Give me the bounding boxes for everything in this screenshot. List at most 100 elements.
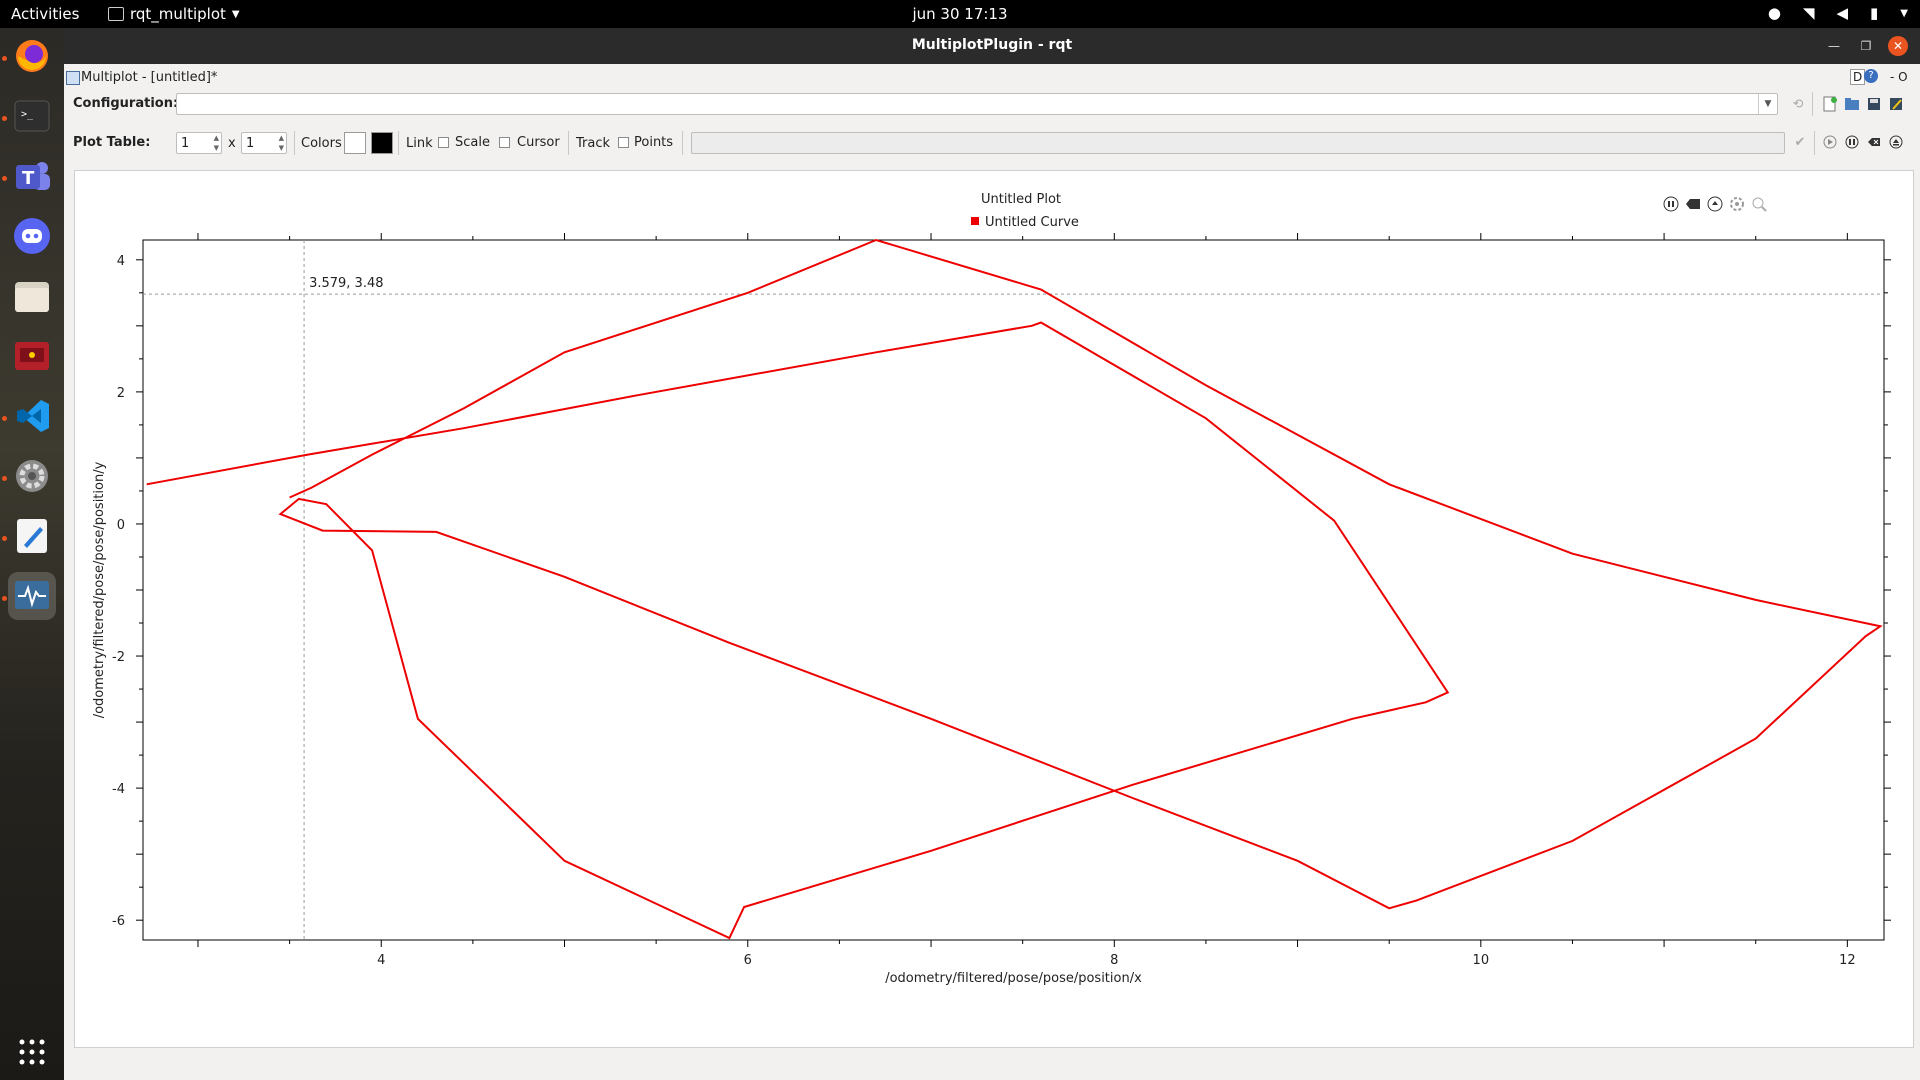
dock-extra-buttons[interactable]: - O xyxy=(1890,70,1908,84)
vscode-icon xyxy=(17,400,49,432)
plot-title[interactable]: Untitled Plot xyxy=(981,192,1061,207)
scale-checkbox[interactable] xyxy=(499,137,510,148)
toolbar-separator xyxy=(568,131,569,155)
plot-table-label: Plot Table: xyxy=(73,135,151,150)
text-editor-icon xyxy=(17,519,47,553)
columns-value: 1 xyxy=(246,136,255,151)
discord-tray-icon[interactable]: ● xyxy=(1768,4,1781,22)
spin-arrows-icon[interactable]: ▲ ▼ xyxy=(279,133,284,153)
plot-table-toolbar: Plot Table: 1 ▲ ▼ x 1 ▲ ▼ Colors Link Scal… xyxy=(64,128,1920,158)
x-axis: 4 6 8 10 12 xyxy=(197,233,1856,968)
save-config-icon[interactable] xyxy=(1866,96,1882,112)
app-window-icon xyxy=(108,7,124,21)
cursor-label: Cursor xyxy=(517,135,560,150)
wifi-icon[interactable]: ◥ xyxy=(1803,4,1815,22)
spin-arrows-icon[interactable]: ▲ ▼ xyxy=(214,133,219,153)
teams-launcher[interactable]: T xyxy=(8,152,56,200)
teams-icon: T xyxy=(16,162,50,190)
background-color-button[interactable] xyxy=(344,132,366,154)
check-icon[interactable]: ✔ xyxy=(1792,134,1808,150)
running-indicator xyxy=(2,56,7,61)
dock-title: Multiplot - [untitled]* xyxy=(81,70,218,85)
power-menu-icon[interactable]: ▼ xyxy=(1900,8,1908,19)
app-menu[interactable]: rqt_multiplot ▼ xyxy=(108,5,240,23)
battery-icon[interactable]: ▮ xyxy=(1870,4,1878,22)
svg-text:>_: >_ xyxy=(21,109,34,120)
track-checkbox[interactable] xyxy=(618,137,629,148)
legend-label[interactable]: Untitled Curve xyxy=(985,215,1079,230)
x-tick-label: 8 xyxy=(1110,953,1118,968)
plot-widget[interactable]: Untitled Plot Untitled Curve 4 6 8 10 12 -6 -… xyxy=(74,170,1914,1048)
configuration-label: Configuration: xyxy=(73,96,179,111)
window-title: MultiplotPlugin - rqt xyxy=(911,37,1073,53)
volume-icon[interactable]: ◀ xyxy=(1836,4,1848,22)
dock: >_ T xyxy=(0,28,64,1080)
files-launcher[interactable] xyxy=(8,272,56,320)
legend-swatch xyxy=(971,217,979,225)
discord-launcher[interactable] xyxy=(8,212,56,260)
rqt-launcher[interactable] xyxy=(8,572,56,620)
save-as-config-icon[interactable] xyxy=(1888,96,1904,112)
close-button[interactable]: ✕ xyxy=(1888,36,1908,56)
y-tick-label: -2 xyxy=(112,650,125,665)
monitor-app-launcher[interactable] xyxy=(8,332,56,380)
discord-icon xyxy=(14,218,50,254)
track-label: Track xyxy=(576,136,611,151)
running-indicator xyxy=(2,596,7,601)
points-label: Points xyxy=(634,135,674,150)
reload-config-icon[interactable]: ⟲ xyxy=(1790,96,1806,112)
minimize-button[interactable]: — xyxy=(1824,36,1844,56)
plot-controls xyxy=(1663,196,1767,212)
plot-export-icon[interactable] xyxy=(1707,196,1723,212)
text-editor-launcher[interactable] xyxy=(8,512,56,560)
play-icon[interactable] xyxy=(1822,134,1838,150)
export-icon[interactable] xyxy=(1888,134,1904,150)
rows-spinbox[interactable]: 1 ▲ ▼ xyxy=(176,132,222,154)
terminal-icon: >_ xyxy=(14,100,50,132)
x-axis-label: /odometry/filtered/pose/pose/position/x xyxy=(885,971,1142,986)
running-indicator xyxy=(2,476,7,481)
show-apps-button[interactable] xyxy=(8,1028,56,1076)
settings-launcher[interactable] xyxy=(8,452,56,500)
firefox-icon xyxy=(16,40,48,72)
plot-canvas[interactable]: Untitled Plot Untitled Curve 4 6 8 10 12 -6 -… xyxy=(75,171,1913,1047)
maximize-button[interactable]: ❐ xyxy=(1856,36,1876,56)
window-titlebar[interactable]: MultiplotPlugin - rqt — ❐ ✕ xyxy=(64,28,1920,64)
toolbar-separator xyxy=(398,131,399,155)
system-tray[interactable]: ● ◥ ◀ ▮ ▼ xyxy=(1768,4,1908,22)
toolbar-separator xyxy=(682,131,683,155)
foreground-color-button[interactable] xyxy=(371,132,393,154)
svg-text:T: T xyxy=(22,168,35,189)
toolbar-separator xyxy=(1814,131,1815,155)
x-tick-label: 6 xyxy=(744,953,752,968)
configuration-toolbar: Configuration: ▼ ⟲ xyxy=(64,89,1920,119)
clear-icon[interactable] xyxy=(1866,134,1882,150)
plot-settings-icon[interactable] xyxy=(1730,197,1744,211)
columns-spinbox[interactable]: 1 ▲ ▼ xyxy=(241,132,287,154)
y-tick-label: 0 xyxy=(117,518,125,533)
chevron-down-icon[interactable]: ▼ xyxy=(1758,94,1777,114)
firefox-launcher[interactable] xyxy=(8,32,56,80)
new-config-icon[interactable] xyxy=(1822,96,1838,112)
clock[interactable]: jun 30 17:13 xyxy=(0,5,1920,23)
dock-help-button[interactable]: D xyxy=(1850,69,1866,85)
help-icon[interactable]: ? xyxy=(1864,69,1878,83)
running-indicator xyxy=(2,116,7,121)
scale-label: Scale xyxy=(455,135,490,150)
activities-button[interactable]: Activities xyxy=(11,5,79,23)
gear-icon xyxy=(16,460,48,492)
bag-progress-bar[interactable] xyxy=(691,132,1785,154)
terminal-launcher[interactable]: >_ xyxy=(8,92,56,140)
chevron-down-icon: ▼ xyxy=(231,8,240,20)
pause-icon[interactable] xyxy=(1844,134,1860,150)
zoom-icon[interactable] xyxy=(1752,197,1767,212)
app-menu-label: rqt_multiplot xyxy=(130,5,226,23)
open-config-icon[interactable] xyxy=(1844,96,1860,112)
link-label: Link xyxy=(406,136,433,151)
plot-clear-icon[interactable] xyxy=(1686,199,1700,209)
link-checkbox[interactable] xyxy=(438,137,449,148)
plot-pause-icon[interactable] xyxy=(1663,196,1679,212)
vscode-launcher[interactable] xyxy=(8,392,56,440)
configuration-combobox[interactable]: ▼ xyxy=(176,93,1778,115)
toolbar-separator xyxy=(294,131,295,155)
